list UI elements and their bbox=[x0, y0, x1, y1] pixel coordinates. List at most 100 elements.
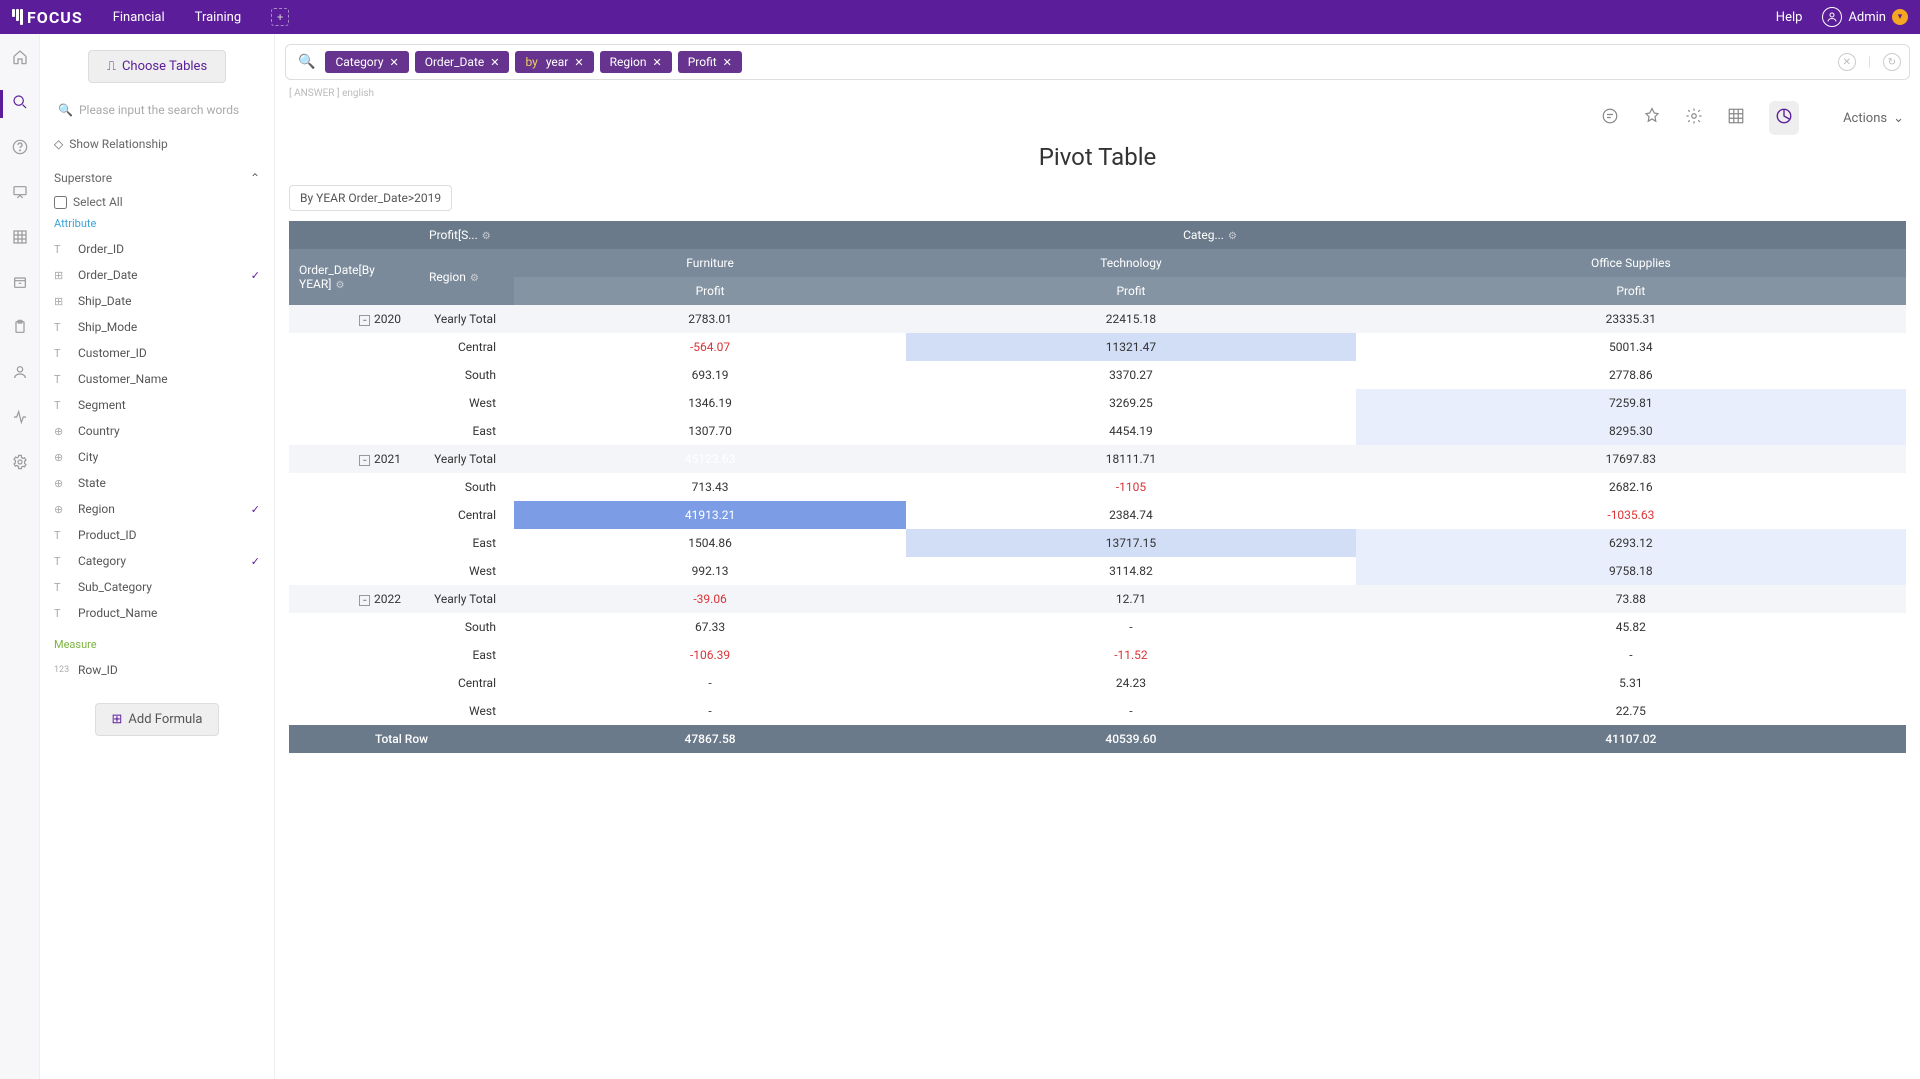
field-name: City bbox=[78, 450, 98, 464]
query-pill[interactable]: byyear✕ bbox=[515, 51, 593, 73]
value-cell: - bbox=[906, 613, 1356, 641]
field-item[interactable]: TProduct_Name bbox=[50, 600, 264, 626]
field-name: Region bbox=[78, 502, 115, 516]
gear-icon[interactable]: ⚙ bbox=[470, 273, 479, 284]
chart-view-icon[interactable] bbox=[1769, 101, 1799, 135]
search-placeholder: Please input the search words bbox=[79, 103, 239, 117]
year-cell[interactable]: −2020 bbox=[289, 305, 419, 333]
add-formula-button[interactable]: ⊞ Add Formula bbox=[95, 703, 220, 736]
presentation-icon[interactable] bbox=[12, 184, 28, 204]
data-row: East1504.8613717.156293.12 bbox=[289, 529, 1906, 557]
activity-icon[interactable] bbox=[12, 409, 28, 429]
total-row-label: Total Row bbox=[289, 725, 514, 753]
field-type-icon: T bbox=[54, 347, 68, 360]
value-cell: 41107.02 bbox=[1356, 725, 1906, 753]
close-icon[interactable]: ✕ bbox=[652, 56, 661, 69]
attribute-list: TOrder_ID⊞Order_Date✓⊞Ship_DateTShip_Mod… bbox=[50, 236, 264, 626]
tab-financial[interactable]: Financial bbox=[113, 10, 165, 25]
settings-icon[interactable] bbox=[12, 454, 28, 474]
region-cell: West bbox=[419, 557, 514, 585]
clear-query-button[interactable]: ✕ bbox=[1838, 53, 1856, 71]
home-icon[interactable] bbox=[12, 49, 28, 69]
attribute-section-label: Attribute bbox=[50, 215, 264, 236]
query-pill[interactable]: Order_Date✕ bbox=[415, 51, 510, 73]
filter-chip[interactable]: By YEAR Order_Date>2019 bbox=[289, 185, 452, 211]
value-cell: 23335.31 bbox=[1356, 305, 1906, 333]
select-all-checkbox[interactable]: Select All bbox=[50, 193, 264, 215]
field-item[interactable]: TSegment bbox=[50, 392, 264, 418]
help-icon[interactable] bbox=[12, 139, 28, 159]
field-item[interactable]: TProduct_ID bbox=[50, 522, 264, 548]
check-icon: ✓ bbox=[251, 503, 260, 516]
gear-icon[interactable]: ⚙ bbox=[335, 280, 344, 291]
refresh-query-button[interactable]: ↻ bbox=[1883, 53, 1901, 71]
field-item[interactable]: ⊕Country bbox=[50, 418, 264, 444]
search-icon[interactable] bbox=[12, 94, 28, 114]
field-type-icon: T bbox=[54, 373, 68, 386]
field-item[interactable]: ⊕State bbox=[50, 470, 264, 496]
collapse-icon[interactable]: − bbox=[359, 315, 370, 326]
field-item[interactable]: TCustomer_ID bbox=[50, 340, 264, 366]
value-cell: 12.71 bbox=[906, 585, 1356, 613]
value-cell: 4454.19 bbox=[906, 417, 1356, 445]
field-item[interactable]: TSub_Category bbox=[50, 574, 264, 600]
choose-tables-button[interactable]: ⎍ Choose Tables bbox=[88, 50, 226, 83]
close-icon[interactable]: ✕ bbox=[723, 56, 732, 69]
close-icon[interactable]: ✕ bbox=[390, 56, 399, 69]
gear-icon[interactable]: ⚙ bbox=[1228, 231, 1237, 242]
query-pill[interactable]: Profit✕ bbox=[678, 51, 742, 73]
help-link[interactable]: Help bbox=[1776, 10, 1803, 25]
year-cell[interactable]: −2021 bbox=[289, 445, 419, 473]
pin-icon[interactable] bbox=[1643, 107, 1661, 129]
field-search[interactable]: 🔍 Please input the search words bbox=[50, 97, 264, 123]
user-menu[interactable]: Admin ▾ bbox=[1822, 7, 1908, 27]
app-logo: FOCUS bbox=[12, 8, 83, 27]
value-cell: 11321.47 bbox=[906, 333, 1356, 361]
field-name: Product_ID bbox=[78, 528, 137, 542]
select-all-input[interactable] bbox=[54, 196, 67, 209]
choose-tables-label: Choose Tables bbox=[122, 59, 207, 74]
field-item[interactable]: TCategory✓ bbox=[50, 548, 264, 574]
query-pill[interactable]: Category✕ bbox=[325, 51, 408, 73]
grid-icon[interactable] bbox=[12, 229, 28, 249]
actions-menu[interactable]: Actions ⌄ bbox=[1843, 111, 1904, 126]
archive-icon[interactable] bbox=[12, 274, 28, 294]
table-icon: ⎍ bbox=[107, 59, 116, 74]
field-item[interactable]: TShip_Mode bbox=[50, 314, 264, 340]
clipboard-icon[interactable] bbox=[12, 319, 28, 339]
main-content: 🔍 Category✕Order_Date✕byyear✕Region✕Prof… bbox=[275, 34, 1920, 1079]
select-all-label: Select All bbox=[73, 195, 123, 209]
field-item[interactable]: ⊕Region✓ bbox=[50, 496, 264, 522]
pivot-table: Profit[S...⚙ Categ...⚙ Order_Date[By YEA… bbox=[289, 221, 1906, 753]
actions-label: Actions bbox=[1843, 111, 1887, 126]
field-item[interactable]: 123Row_ID bbox=[50, 657, 264, 683]
collapse-icon[interactable]: − bbox=[359, 455, 370, 466]
field-type-icon: T bbox=[54, 581, 68, 594]
user-name: Admin bbox=[1848, 10, 1886, 25]
user-icon[interactable] bbox=[12, 364, 28, 384]
query-bar[interactable]: 🔍 Category✕Order_Date✕byyear✕Region✕Prof… bbox=[285, 44, 1910, 80]
field-item[interactable]: ⊕City bbox=[50, 444, 264, 470]
add-tab-button[interactable]: + bbox=[271, 8, 289, 26]
chat-icon[interactable] bbox=[1601, 107, 1619, 129]
data-row: West992.133114.829758.18 bbox=[289, 557, 1906, 585]
query-pill[interactable]: Region✕ bbox=[600, 51, 672, 73]
data-row: Central-564.0711321.475001.34 bbox=[289, 333, 1906, 361]
tab-training[interactable]: Training bbox=[195, 10, 241, 25]
field-item[interactable]: TCustomer_Name bbox=[50, 366, 264, 392]
field-item[interactable]: TOrder_ID bbox=[50, 236, 264, 262]
field-item[interactable]: ⊞Ship_Date bbox=[50, 288, 264, 314]
collapse-icon[interactable]: − bbox=[359, 595, 370, 606]
table-view-icon[interactable] bbox=[1727, 107, 1745, 129]
gear-icon[interactable]: ⚙ bbox=[482, 231, 491, 242]
value-cell: 17697.83 bbox=[1356, 445, 1906, 473]
logo-text: FOCUS bbox=[27, 8, 83, 27]
close-icon[interactable]: ✕ bbox=[490, 56, 499, 69]
field-item[interactable]: ⊞Order_Date✓ bbox=[50, 262, 264, 288]
field-name: State bbox=[78, 476, 106, 490]
show-relationship-toggle[interactable]: ◇ Show Relationship bbox=[50, 137, 264, 151]
close-icon[interactable]: ✕ bbox=[574, 56, 583, 69]
settings-icon[interactable] bbox=[1685, 107, 1703, 129]
year-cell[interactable]: −2022 bbox=[289, 585, 419, 613]
datasource-header[interactable]: Superstore ⌃ bbox=[50, 167, 264, 193]
